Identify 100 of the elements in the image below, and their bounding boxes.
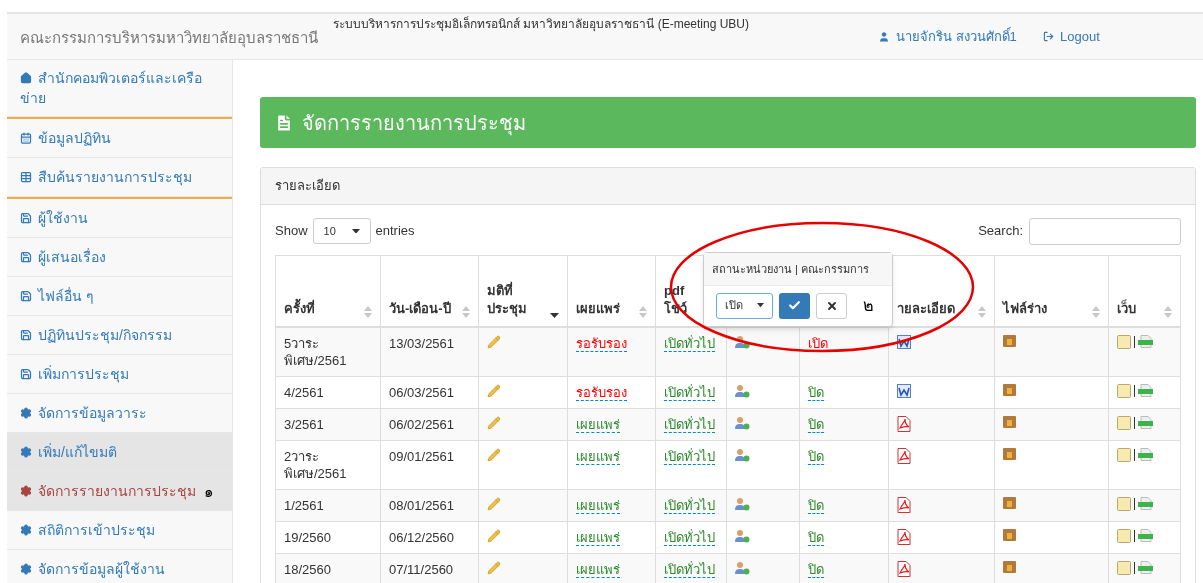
publish-status-link[interactable]: รอรับรอง (576, 335, 627, 352)
note-icon[interactable] (1117, 560, 1131, 575)
add-user-icon[interactable] (735, 560, 750, 575)
archive-file-icon[interactable] (1003, 447, 1016, 460)
search-field[interactable] (1029, 217, 1181, 245)
add-user-icon[interactable] (735, 415, 750, 430)
archive-file-icon[interactable] (1003, 383, 1016, 396)
calendar-icon (20, 131, 32, 144)
settings-icon (20, 406, 32, 419)
add-user-icon[interactable] (735, 383, 750, 398)
save-icon (20, 328, 32, 341)
column-header[interactable]: เผยแพร่ (576, 299, 620, 318)
sort-desc-icon (550, 312, 559, 318)
close-icon (825, 299, 838, 312)
status-link[interactable]: ปิด (808, 497, 824, 514)
add-user-icon[interactable] (735, 528, 750, 543)
add-user-icon[interactable] (735, 334, 750, 349)
logout-link[interactable]: Logout (1043, 27, 1100, 47)
spreadsheet-icon[interactable] (1138, 497, 1153, 510)
status-link[interactable]: ปิด (808, 416, 824, 433)
sort-icon (462, 305, 470, 318)
archive-file-icon[interactable] (1003, 496, 1016, 509)
edit-icon[interactable] (487, 383, 501, 398)
column-header[interactable]: ายละเอียด (897, 299, 955, 318)
archive-file-icon[interactable] (1003, 560, 1016, 573)
archive-file-icon[interactable] (1003, 334, 1016, 347)
sort-icon (364, 305, 372, 318)
panel-heading: รายละเอียด (275, 177, 340, 196)
sidebar-item[interactable]: ผู้ใช้งาน (7, 199, 232, 237)
column-header[interactable]: เว็บ (1117, 299, 1136, 318)
sort-icon (1092, 305, 1100, 318)
edit-icon[interactable] (487, 447, 501, 462)
edit-icon[interactable] (487, 560, 501, 575)
sidebar-item[interactable]: สืบค้นรายงานการประชุม (7, 158, 232, 196)
sidebar-item[interactable]: จัดการข้อมูลวาระ (7, 394, 232, 432)
spreadsheet-icon[interactable] (1138, 335, 1153, 348)
check-icon (788, 299, 801, 312)
spreadsheet-icon[interactable] (1138, 384, 1153, 397)
logout-icon (1043, 31, 1054, 43)
note-icon[interactable] (1117, 496, 1131, 511)
system-name: ระบบบริหารการประชุมอิเล็กทรอนิกส์ มหาวิทยาลัยอุบลราชธานี (E-meeting UBU) (333, 15, 750, 33)
status-link[interactable]: ปิด (808, 448, 824, 465)
pdf-document-icon[interactable] (897, 447, 911, 464)
confirm-button[interactable] (779, 292, 810, 319)
sidebar-item[interactable]: ผู้เสนอเรื่อง (7, 238, 232, 276)
archive-file-icon[interactable] (1003, 528, 1016, 541)
status-link[interactable]: ปิด (808, 384, 824, 401)
home-icon (20, 71, 32, 84)
column-header[interactable]: ครั้งที่ (284, 299, 315, 318)
spreadsheet-icon[interactable] (1138, 448, 1153, 461)
edit-icon[interactable] (487, 334, 501, 349)
archive-file-icon[interactable] (1003, 415, 1016, 428)
spreadsheet-icon[interactable] (1138, 561, 1153, 574)
spreadsheet-icon[interactable] (1138, 529, 1153, 542)
edit-icon[interactable] (487, 528, 501, 543)
sidebar-item[interactable]: สถิติการเข้าประชุม (7, 511, 232, 549)
status-link[interactable]: เปิด (808, 335, 828, 352)
add-user-icon[interactable] (735, 496, 750, 511)
edit-icon[interactable] (487, 496, 501, 511)
sidebar-item[interactable]: เพิ่มการประชุม (7, 355, 232, 393)
note-icon[interactable] (1117, 334, 1131, 349)
settings-icon (20, 484, 32, 497)
pdf-document-icon[interactable] (897, 415, 911, 432)
pdf-document-icon[interactable] (897, 560, 911, 577)
meeting-number: 18/2560 (284, 560, 332, 578)
cancel-button[interactable] (816, 292, 847, 319)
meeting-date: 07/11/2560 (389, 561, 454, 577)
status-link[interactable]: ปิด (808, 561, 824, 578)
meeting-number: 5วาระ พิเศษ/2561 (284, 334, 348, 369)
sidebar-item[interactable]: เพิ่ม/แก้ไขมติ (7, 433, 232, 471)
meeting-date: 06/02/2561 (389, 416, 455, 432)
user-link[interactable]: นายจักริน สงวนศักดิ์1 (878, 27, 1017, 47)
edit-icon[interactable] (487, 415, 501, 430)
column-header[interactable]: ไฟล์ร่าง (1003, 299, 1047, 318)
pdf-document-icon[interactable] (897, 496, 911, 513)
sidebar-item[interactable]: ไฟล์อื่น ๆ (7, 277, 232, 315)
note-icon[interactable] (1117, 383, 1131, 398)
meeting-number: 1/2561 (284, 496, 325, 514)
entries-label: entries (375, 222, 415, 241)
spreadsheet-icon[interactable] (1138, 416, 1153, 429)
settings-icon (20, 445, 32, 458)
save-icon (20, 289, 32, 302)
note-icon[interactable] (1117, 415, 1131, 430)
sidebar-item[interactable]: จัดการข้อมูลผู้ใช้งาน (7, 550, 232, 583)
annotation-number: ๒ (863, 295, 874, 316)
app-title[interactable]: คณะกรรมการบริหารมหาวิทยาลัยอุบลราชธานี (20, 27, 318, 50)
note-icon[interactable] (1117, 528, 1131, 543)
note-icon[interactable] (1117, 447, 1131, 462)
status-select[interactable]: เปิด (716, 292, 773, 319)
sidebar-item[interactable]: ข้อมูลปฏิทิน (7, 119, 232, 157)
add-user-icon[interactable] (735, 447, 750, 462)
column-header[interactable]: วัน-เดือน-ปี (389, 299, 451, 318)
word-document-icon[interactable] (897, 383, 911, 398)
pdf-document-icon[interactable] (897, 528, 911, 545)
page-size-select[interactable]: 10 (312, 218, 371, 244)
publish-status-link[interactable]: เผยแพร่ (576, 448, 620, 465)
sidebar-item[interactable]: สำนักคอมพิวเตอร์และเครือข่าย (7, 60, 232, 116)
status-link[interactable]: ปิด (808, 529, 824, 546)
save-icon (20, 211, 32, 224)
sidebar-item[interactable]: ปฏิทินประชุม/กิจกรรม (7, 316, 232, 354)
